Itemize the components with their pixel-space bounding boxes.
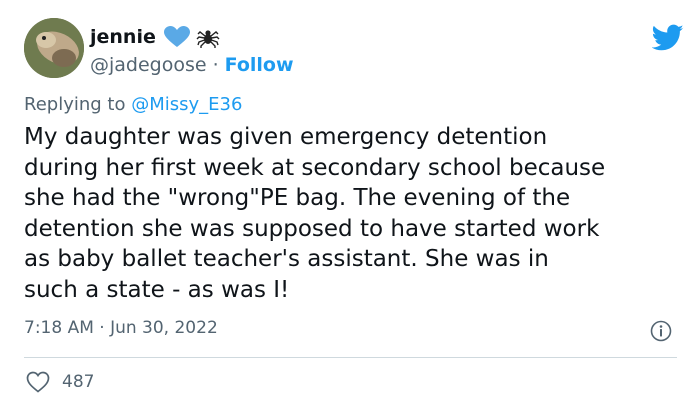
- reply-mention-link[interactable]: @Missy_E36: [131, 94, 242, 115]
- like-action[interactable]: 487: [26, 371, 94, 393]
- avatar-image: [24, 18, 84, 78]
- user-handle[interactable]: @jadegoose: [90, 54, 207, 76]
- like-count: 487: [62, 372, 95, 392]
- name-emojis: [163, 25, 220, 49]
- blue-heart-icon: [163, 26, 190, 47]
- twitter-bird-icon[interactable]: [652, 24, 684, 52]
- heart-outline-icon[interactable]: [26, 371, 50, 393]
- replying-to: Replying to @Missy_E36: [24, 94, 242, 115]
- avatar[interactable]: [24, 18, 84, 78]
- display-name[interactable]: jennie: [90, 26, 156, 48]
- info-icon[interactable]: [650, 320, 672, 342]
- tweet-header: jennie @jadegoose · Follow: [24, 18, 684, 80]
- spider-icon: [196, 30, 220, 48]
- divider: [24, 357, 677, 358]
- tweet-timestamp[interactable]: 7:18 AM · Jun 30, 2022: [24, 318, 218, 338]
- replying-prefix: Replying to: [24, 94, 132, 115]
- handle-row: @jadegoose · Follow: [90, 54, 294, 76]
- tweet-text: My daughter was given emergency detentio…: [24, 124, 606, 303]
- separator-dot: ·: [212, 54, 219, 76]
- name-row: jennie: [90, 24, 220, 50]
- follow-button[interactable]: Follow: [225, 54, 294, 76]
